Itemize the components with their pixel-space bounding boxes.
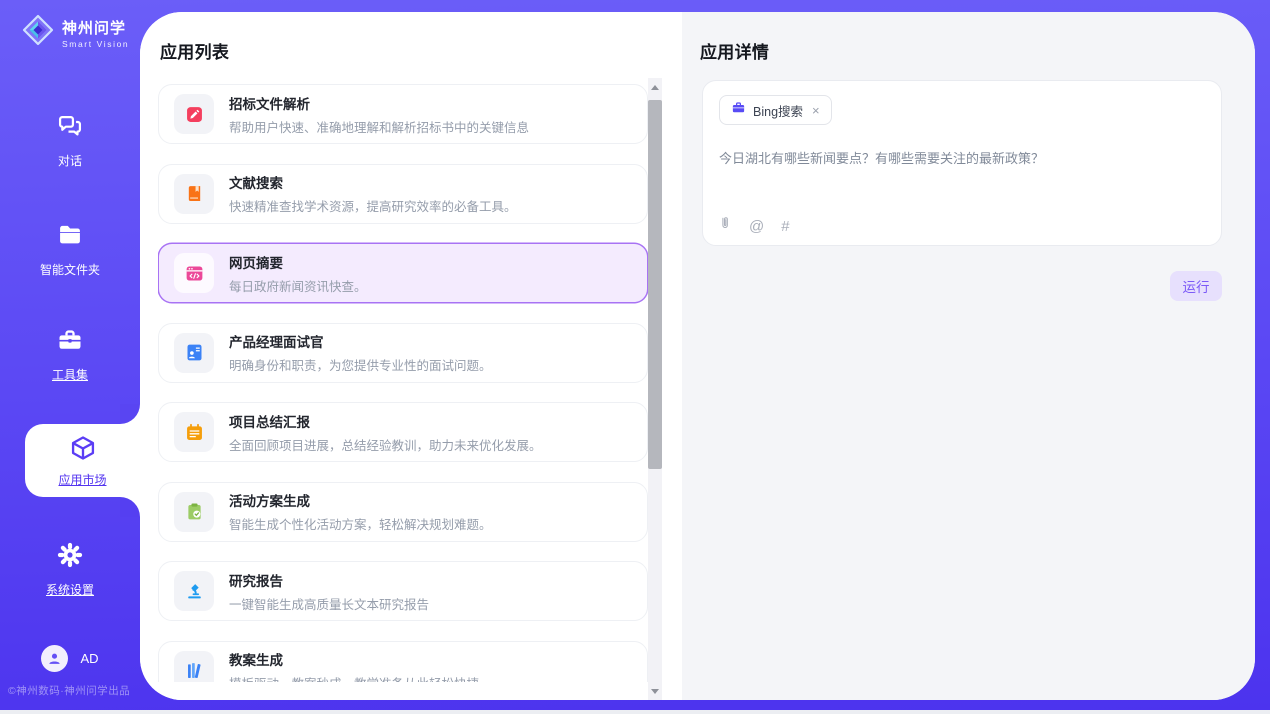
avatar bbox=[41, 645, 68, 672]
chat-icon bbox=[56, 112, 84, 145]
prompt-card: Bing搜索 × 今日湖北有哪些新闻要点？有哪些需要关注的最新政策？ @ # bbox=[702, 80, 1222, 246]
app-list-title: 应用列表 bbox=[160, 38, 229, 63]
app-description: 一键智能生成高质量长文本研究报告 bbox=[229, 594, 429, 613]
diamond-logo-icon bbox=[19, 11, 57, 54]
app-description: 每日政府新闻资讯快查。 bbox=[229, 276, 367, 295]
paperclip-icon[interactable] bbox=[718, 215, 732, 237]
clipboard-check-icon bbox=[174, 492, 214, 532]
scroll-up-button[interactable] bbox=[648, 80, 662, 94]
list-item-research-report[interactable]: 研究报告 一键智能生成高质量长文本研究报告 bbox=[158, 561, 648, 621]
brand-logo: 神州问学 Smart Vision bbox=[19, 11, 129, 54]
attachment-toolbar: @ # bbox=[718, 215, 790, 237]
sidebar-item-label: 工具集 bbox=[52, 366, 88, 383]
bubble-notch-bottom bbox=[120, 497, 140, 517]
app-list: 招标文件解析 帮助用户快速、准确地理解和解析招标书中的关键信息 文献搜索 快速精… bbox=[158, 84, 648, 682]
content-panel: 应用列表 招标文件解析 帮助用户快速、准确地理解和解析招标书中的关键信息 bbox=[140, 12, 1255, 700]
sidebar-item-chat[interactable]: 对话 bbox=[0, 112, 140, 169]
user-initials: AD bbox=[80, 651, 98, 666]
sidebar-item-label: 智能文件夹 bbox=[40, 261, 100, 278]
gear-icon bbox=[56, 541, 84, 574]
app-name: 网页摘要 bbox=[229, 252, 367, 272]
sidebar-item-label: 系统设置 bbox=[46, 581, 94, 598]
hashtag-icon[interactable]: # bbox=[781, 219, 789, 234]
app-name: 教案生成 bbox=[229, 649, 479, 669]
book-icon bbox=[174, 174, 214, 214]
sidebar-item-smart-folder[interactable]: 智能文件夹 bbox=[0, 221, 140, 278]
sidebar-item-app-market[interactable]: 应用市场 bbox=[25, 424, 140, 497]
app-detail-panel: 应用详情 Bing搜索 × 今日湖北有哪些新闻要点？有哪些需要关注的最新政策？ bbox=[682, 12, 1255, 700]
triangle-up-icon bbox=[651, 85, 659, 90]
tool-tag-bing-search[interactable]: Bing搜索 × bbox=[719, 95, 832, 125]
scroll-down-button[interactable] bbox=[648, 684, 662, 698]
research-icon bbox=[174, 571, 214, 611]
cube-icon bbox=[69, 434, 97, 467]
prompt-textarea[interactable]: 今日湖北有哪些新闻要点？有哪些需要关注的最新政策？ bbox=[719, 149, 1199, 169]
app-list-panel: 应用列表 招标文件解析 帮助用户快速、准确地理解和解析招标书中的关键信息 bbox=[140, 12, 682, 700]
list-item-bid-document-parse[interactable]: 招标文件解析 帮助用户快速、准确地理解和解析招标书中的关键信息 bbox=[158, 84, 648, 144]
list-item-event-plan[interactable]: 活动方案生成 智能生成个性化活动方案，轻松解决规划难题。 bbox=[158, 482, 648, 542]
interviewer-icon bbox=[174, 333, 214, 373]
close-icon[interactable]: × bbox=[812, 104, 820, 117]
brand-subtitle: Smart Vision bbox=[62, 39, 129, 49]
list-item-literature-search[interactable]: 文献搜索 快速精准查找学术资源，提高研究效率的必备工具。 bbox=[158, 164, 648, 224]
list-scrollbar[interactable] bbox=[648, 78, 662, 700]
list-item-project-summary[interactable]: 项目总结汇报 全面回顾项目进展，总结经验教训，助力未来优化发展。 bbox=[158, 402, 648, 462]
brand-name: 神州问学 bbox=[62, 17, 129, 38]
browser-code-icon bbox=[174, 253, 214, 293]
app-name: 活动方案生成 bbox=[229, 490, 492, 510]
folder-icon bbox=[56, 221, 84, 254]
books-icon bbox=[174, 651, 214, 683]
document-edit-icon bbox=[174, 94, 214, 134]
triangle-down-icon bbox=[651, 689, 659, 694]
scrollbar-thumb[interactable] bbox=[648, 100, 662, 469]
app-description: 模板驱动，教案秒成，教学准备从此轻松快捷 bbox=[229, 673, 479, 682]
sidebar-footer-credit: ©神州数码·神州问学出品 bbox=[8, 683, 142, 698]
app-description: 快速精准查找学术资源，提高研究效率的必备工具。 bbox=[229, 196, 517, 215]
app-name: 产品经理面试官 bbox=[229, 331, 492, 351]
app-name: 招标文件解析 bbox=[229, 93, 529, 113]
briefcase-icon bbox=[731, 100, 746, 120]
app-description: 明确身份和职责，为您提供专业性的面试问题。 bbox=[229, 355, 492, 374]
sidebar-item-settings[interactable]: 系统设置 bbox=[0, 541, 140, 598]
app-name: 项目总结汇报 bbox=[229, 411, 542, 431]
list-item-pm-interviewer[interactable]: 产品经理面试官 明确身份和职责，为您提供专业性的面试问题。 bbox=[158, 323, 648, 383]
app-description: 帮助用户快速、准确地理解和解析招标书中的关键信息 bbox=[229, 117, 529, 136]
toolbox-icon bbox=[56, 326, 84, 359]
app-description: 全面回顾项目进展，总结经验教训，助力未来优化发展。 bbox=[229, 435, 542, 454]
app-description: 智能生成个性化活动方案，轻松解决规划难题。 bbox=[229, 514, 492, 533]
app-detail-title: 应用详情 bbox=[700, 38, 769, 63]
sidebar-item-label: 应用市场 bbox=[58, 471, 106, 488]
tool-tag-label: Bing搜索 bbox=[753, 101, 803, 120]
list-item-lesson-plan[interactable]: 教案生成 模板驱动，教案秒成，教学准备从此轻松快捷 bbox=[158, 641, 648, 683]
app-name: 文献搜索 bbox=[229, 172, 517, 192]
sidebar-item-toolset[interactable]: 工具集 bbox=[0, 326, 140, 383]
user-profile[interactable]: AD bbox=[0, 645, 140, 672]
sidebar: 神州问学 Smart Vision 对话 智能文件夹 bbox=[0, 0, 140, 710]
run-button[interactable]: 运行 bbox=[1170, 271, 1222, 301]
mention-icon[interactable]: @ bbox=[749, 219, 764, 234]
app-name: 研究报告 bbox=[229, 570, 429, 590]
bubble-notch-top bbox=[120, 404, 140, 424]
notes-icon bbox=[174, 412, 214, 452]
sidebar-item-label: 对话 bbox=[58, 152, 82, 169]
list-item-web-summary[interactable]: 网页摘要 每日政府新闻资讯快查。 bbox=[158, 243, 648, 303]
